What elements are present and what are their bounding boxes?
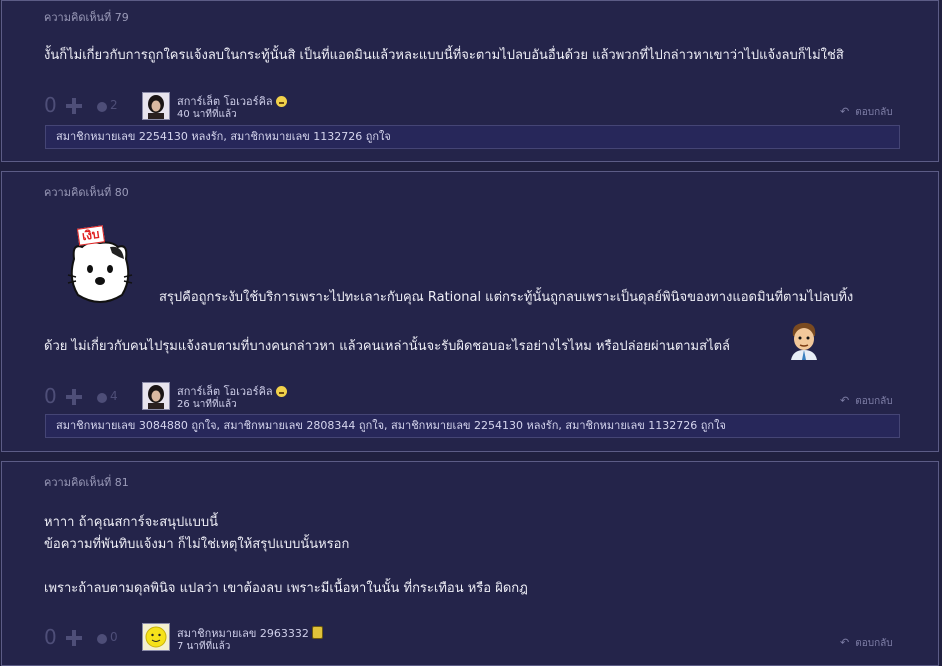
comment-text: สรุปคือถูกระงับใช้บริการเพราะไปทะเลาะกับ…: [159, 290, 854, 305]
emotion-icon[interactable]: [97, 393, 107, 403]
emotion-icon[interactable]: [97, 634, 107, 644]
reply-button[interactable]: ↶ ตอบกลับ: [840, 636, 893, 651]
author-emoji-icon: [275, 386, 287, 397]
comment-time: 7 นาทีที่แล้ว: [177, 641, 231, 652]
man-emoji-icon: [787, 320, 821, 360]
smiley-avatar-icon: [143, 624, 169, 650]
emotion-icon[interactable]: [97, 102, 107, 112]
avatar[interactable]: [142, 623, 170, 651]
author-emoji-icon: [275, 96, 287, 107]
plus-vote-icon[interactable]: [66, 630, 82, 646]
likes-bar: สมาชิกหมายเลข 2254130 หลงรัก, สมาชิกหมาย…: [45, 125, 900, 149]
avatar[interactable]: [142, 382, 170, 410]
comment-number: ความคิดเห็นที่ 80: [44, 186, 129, 199]
comment-number: ความคิดเห็นที่ 81: [44, 476, 129, 489]
comment-number: ความคิดเห็นที่ 79: [44, 11, 129, 24]
emotion-count: 2: [110, 98, 118, 112]
avatar[interactable]: [142, 92, 170, 120]
reply-arrow-icon: ↶: [840, 105, 850, 118]
comment-time: 40 นาทีที่แล้ว: [177, 109, 237, 120]
comment-text: งั้นก็ไม่เกี่ยวกับการถูกใครแจ้งลบในกระทู…: [44, 48, 844, 63]
emotion-count: 0: [110, 630, 118, 644]
comment-card-81: ความคิดเห็นที่ 81 หาาา ถ้าคุณสการ์จะสนุป…: [1, 461, 939, 666]
vote-count: 0: [44, 93, 57, 117]
member-badge-icon: [311, 626, 323, 639]
comment-card-79: ความคิดเห็นที่ 79 งั้นก็ไม่เกี่ยวกับการถ…: [1, 0, 939, 162]
avatar-photo-icon: [143, 93, 169, 119]
reply-arrow-icon: ↶: [840, 636, 850, 649]
comment-text: เพราะถ้าลบตามดุลพินิจ แปลว่า เขาต้องลบ เ…: [44, 581, 528, 596]
reply-button[interactable]: ↶ ตอบกลับ: [840, 105, 893, 120]
plus-vote-icon[interactable]: [66, 389, 82, 405]
comment-text: หาาา ถ้าคุณสการ์จะสนุปแบบนี้: [44, 515, 219, 530]
vote-count: 0: [44, 625, 57, 649]
comment-text: ข้อความที่พันทิบแจ้งมา ก็ไม่ใช่เหตุให้สร…: [44, 537, 350, 552]
sticker-image: เงิบ: [66, 225, 134, 309]
avatar-photo-icon: [143, 383, 169, 409]
comment-time: 26 นาทีที่แล้ว: [177, 399, 237, 410]
sticker-label: เงิบ: [76, 225, 105, 246]
emotion-count: 4: [110, 389, 118, 403]
reply-button[interactable]: ↶ ตอบกลับ: [840, 394, 893, 409]
vote-count: 0: [44, 384, 57, 408]
likes-bar: สมาชิกหมายเลข 3084880 ถูกใจ, สมาชิกหมายเ…: [45, 414, 900, 438]
comment-card-80: ความคิดเห็นที่ 80 เงิบ สรุปคือถูกระงับใช…: [1, 171, 939, 452]
plus-vote-icon[interactable]: [66, 98, 82, 114]
reply-arrow-icon: ↶: [840, 394, 850, 407]
comment-text: ด้วย ไม่เกี่ยวกับคนไปรุมแจ้งลบตามที่บางค…: [44, 339, 731, 354]
